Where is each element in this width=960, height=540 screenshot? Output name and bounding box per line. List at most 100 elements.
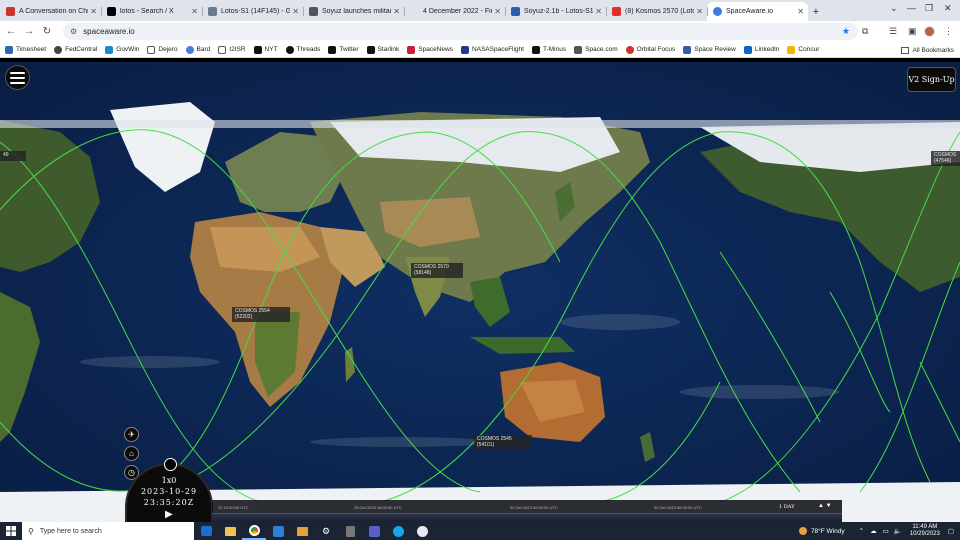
tab-0[interactable]: A Conversation on Chin ✕ [0, 2, 101, 21]
tab-2[interactable]: Lotos-S1 (14F145) - Gunt✕ [202, 2, 303, 21]
bookmark-threads[interactable]: Threads [285, 45, 320, 54]
bookmark-bard[interactable]: Bard [185, 45, 210, 54]
bookmark-i2isr[interactable]: I2ISR [218, 45, 246, 54]
bookmark-linkedin[interactable]: LinkedIn [743, 45, 780, 54]
bookmark-timesheet[interactable]: Timesheet [5, 45, 46, 54]
back-icon[interactable]: ← [2, 23, 20, 41]
timesheet-icon [5, 45, 13, 54]
volume-icon[interactable]: 🔈 [894, 527, 902, 535]
close-icon[interactable]: ✕ [797, 7, 804, 16]
close-icon[interactable]: ✕ [90, 7, 97, 16]
reload-icon[interactable]: ↻ [38, 23, 56, 41]
timeline-range[interactable]: 1 DAY [779, 504, 795, 510]
bookmark-tminus[interactable]: T-Minus [531, 45, 566, 54]
side-panel-icon[interactable]: ▣ [908, 23, 917, 40]
bookmark-spacecom[interactable]: Space.com [574, 45, 618, 54]
satellite-label-left-edge[interactable]: 49 [0, 151, 26, 161]
tab-label: SpaceAware.io [726, 8, 773, 15]
timeline-track[interactable] [212, 513, 842, 522]
edge-icon[interactable] [386, 522, 410, 540]
teams-icon[interactable] [362, 522, 386, 540]
tray-overflow-icon[interactable]: ⌃ [859, 527, 864, 535]
speed-dial-knob[interactable] [164, 458, 177, 471]
extensions-icon[interactable]: ⧉ [862, 23, 868, 40]
profile-avatar[interactable] [924, 23, 935, 40]
bookmark-govwin[interactable]: GovWin [105, 45, 139, 54]
bookmark-space-review[interactable]: Space Review [683, 45, 736, 54]
play-icon[interactable]: ▶ [165, 509, 173, 520]
menu-hamburger-button[interactable] [5, 65, 30, 90]
photos-icon[interactable] [290, 522, 314, 540]
bookmark-spacenews[interactable]: SpaceNews [407, 45, 453, 54]
windows-start-icon[interactable] [0, 522, 22, 540]
close-window-icon[interactable]: ✕ [944, 3, 952, 14]
satellite-id: 49 [3, 152, 9, 158]
close-icon[interactable]: ✕ [393, 7, 400, 16]
bookmark-starlink[interactable]: Starlink [366, 45, 400, 54]
search-icon: ⚲ [28, 526, 34, 536]
bookmark-label: Starlink [377, 46, 400, 53]
bookmark-orbital-focus[interactable]: Orbital Focus [625, 45, 675, 54]
clock-date: 10/29/2023 [909, 531, 940, 537]
new-tab-button[interactable]: + [808, 2, 824, 21]
notification-icon[interactable]: ▢ [948, 527, 954, 535]
bookmark-star-icon[interactable]: ★ [842, 26, 850, 37]
satellite-icon[interactable]: ✈ [124, 427, 139, 442]
settings-icon[interactable]: ⚙ [314, 522, 338, 540]
tab-5[interactable]: Soyuz-2.1b - Lotos-S1#7✕ [505, 2, 606, 21]
chat-icon[interactable] [410, 522, 434, 540]
satellite-label-cosmos-2554[interactable]: COSMOS 2554 (52202) [232, 307, 290, 322]
bookmark-label: Space Review [694, 46, 736, 53]
outlook-icon[interactable] [194, 522, 218, 540]
bookmark-twitter[interactable]: Twitter [328, 45, 359, 54]
browser-window: A Conversation on Chin ✕ lotos - Search /… [0, 0, 960, 540]
forward-icon[interactable]: → [20, 23, 38, 41]
all-bookmarks-button[interactable]: All Bookmarks [901, 42, 954, 58]
chrome-icon[interactable] [242, 522, 266, 540]
address-bar[interactable]: ⚙ spaceaware.io ★ [63, 23, 858, 40]
skype-icon[interactable] [266, 522, 290, 540]
satellite-label-cosmos-2545[interactable]: COSMOS 2545 (54101) [474, 435, 532, 450]
tab-4[interactable]: 4 December 2022 - Final✕ [404, 2, 505, 21]
fedcentral-icon [54, 45, 63, 54]
v2-signup-button[interactable]: V2 Sign-Up [907, 67, 956, 92]
bookmark-dejero[interactable]: Dejero [147, 45, 178, 54]
bookmarks-bar: Timesheet FedCentral GovWin Dejero Bard … [0, 42, 960, 58]
file-explorer-icon[interactable] [218, 522, 242, 540]
tab-search-icon[interactable]: ⌄ [890, 3, 898, 14]
close-icon[interactable]: ✕ [595, 7, 602, 16]
close-icon[interactable]: ✕ [696, 7, 703, 16]
bookmark-nyt[interactable]: NYT [253, 45, 278, 54]
spaceaware-map-view[interactable]: V2 Sign-Up COSMOS 2570 (58148) COSMOS 25… [0, 62, 960, 522]
satellite-label-cosmos-2570[interactable]: COSMOS 2570 (58148) [411, 263, 463, 278]
close-icon[interactable]: ✕ [292, 7, 299, 16]
taskbar-clock[interactable]: 11:49 AM 10/29/2023 [910, 524, 940, 538]
bookmark-concur[interactable]: Concur [787, 45, 819, 54]
taskbar-search-input[interactable]: ⚲ Type here to search [22, 522, 194, 540]
timeline-zoom-arrows-icon[interactable]: ▲ ▼ [818, 503, 832, 509]
satellite-label-cosmos-right[interactable]: COSMOS (47546) [931, 151, 960, 166]
weather-text[interactable]: 78°F Windy [811, 528, 845, 535]
bookmark-label: LinkedIn [754, 46, 780, 53]
tab-7-active[interactable]: SpaceAware.io ✕ [707, 2, 808, 21]
bookmark-fedcentral[interactable]: FedCentral [54, 45, 97, 54]
reading-list-icon[interactable]: ☰ [889, 23, 897, 40]
menu-kebab-icon[interactable]: ⋮ [944, 23, 953, 40]
site-info-icon[interactable]: ⚙ [70, 27, 77, 36]
bookmark-label: Dejero [158, 46, 178, 53]
world-map[interactable] [0, 62, 960, 522]
tab-6[interactable]: (8) Kosmos 2570 (Lotos-✕ [606, 2, 707, 21]
timeline-scrubber[interactable]: 22 12:00:00 UTC 29 Oct 2023 18:00:00 UTC… [212, 500, 842, 522]
playback-speed[interactable]: 1x0 [127, 476, 211, 485]
close-icon[interactable]: ✕ [494, 7, 501, 16]
network-icon[interactable]: ▭ [883, 527, 889, 535]
minimize-icon[interactable]: — [907, 3, 916, 13]
bookmark-nasaspaceflight[interactable]: NASASpaceFlight [460, 45, 524, 54]
tab-1[interactable]: lotos - Search / X ✕ [101, 2, 202, 21]
onedrive-icon[interactable]: ☁ [870, 527, 877, 535]
calculator-icon[interactable] [338, 522, 362, 540]
tab-3[interactable]: Soyuz launches military ✕ [303, 2, 404, 21]
restore-icon[interactable]: ❐ [925, 3, 933, 14]
close-icon[interactable]: ✕ [191, 7, 198, 16]
home-icon[interactable]: ⌂ [124, 446, 139, 461]
